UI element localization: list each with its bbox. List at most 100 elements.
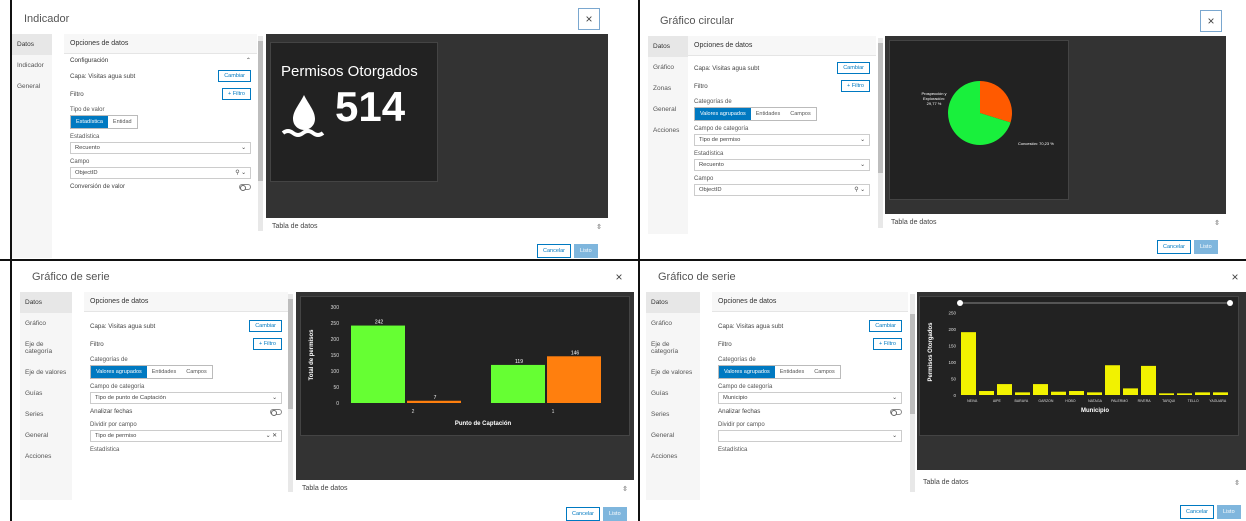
- add-filter-button[interactable]: + Filtro: [873, 338, 902, 350]
- add-filter-button[interactable]: + Filtro: [841, 80, 870, 92]
- x-tick-label: RIVERA: [1138, 399, 1152, 403]
- nav-item-general[interactable]: General: [12, 76, 52, 97]
- field-select[interactable]: ObjectID ⚲ ⌄: [694, 184, 870, 196]
- entities-option[interactable]: Entidades: [751, 108, 785, 120]
- indicator-title: Permisos Otorgados: [281, 63, 418, 80]
- nav-item-datos[interactable]: Datos: [20, 292, 72, 313]
- nav-item-series[interactable]: Series: [646, 404, 700, 425]
- layer-row: Capa: Visitas agua subt Cambiar: [688, 56, 876, 77]
- grouped-values-option[interactable]: Valores agrupados: [91, 366, 147, 378]
- analyze-dates-label: Analizar fechas: [90, 408, 133, 415]
- statistic-option[interactable]: Estadística: [71, 116, 108, 128]
- nav-item-eje-valores[interactable]: Eje de valores: [20, 362, 72, 383]
- layer-label: Capa: Visitas agua subt: [90, 322, 156, 330]
- conversion-toggle[interactable]: [239, 183, 251, 191]
- y-tick-label: 200: [948, 327, 956, 332]
- fields-option[interactable]: Campos: [809, 366, 839, 378]
- done-button[interactable]: Listo: [603, 507, 627, 521]
- statistic-select[interactable]: Recuento ⌄: [70, 142, 251, 154]
- form-scrollbar[interactable]: [878, 38, 883, 228]
- nav-item-acciones[interactable]: Acciones: [646, 446, 700, 467]
- dialog-footer: Cancelar Listo: [1157, 240, 1218, 254]
- entities-option[interactable]: Entidades: [775, 366, 809, 378]
- add-filter-button[interactable]: + Filtro: [253, 338, 282, 350]
- done-button[interactable]: Listo: [1194, 240, 1218, 254]
- nav-item-grafico[interactable]: Gráfico: [646, 313, 700, 334]
- done-button[interactable]: Listo: [1217, 505, 1241, 519]
- close-button[interactable]: ×: [1200, 10, 1222, 32]
- form-scrollbar[interactable]: [258, 36, 263, 231]
- change-layer-button[interactable]: Cambiar: [249, 320, 282, 332]
- close-button[interactable]: ×: [578, 8, 600, 30]
- statistic-select[interactable]: Recuento ⌄: [694, 159, 870, 171]
- data-table-bar[interactable]: Tabla de datos ⇳: [885, 214, 1226, 232]
- nav-item-guias[interactable]: Guías: [20, 383, 72, 404]
- screenshot-grid: Indicador × Datos Indicador General Opci…: [0, 0, 1246, 521]
- y-tick-label: 0: [336, 401, 339, 407]
- cancel-button[interactable]: Cancelar: [1157, 240, 1192, 254]
- data-table-bar[interactable]: Tabla de datos ⇳: [917, 474, 1246, 492]
- category-field-label: Campo de categoría: [694, 126, 749, 132]
- grouped-values-option[interactable]: Valores agrupados: [695, 108, 751, 120]
- bar: [491, 364, 545, 403]
- split-field-select[interactable]: Tipo de permiso ⌄ ✕: [90, 430, 282, 442]
- nav-item-acciones[interactable]: Acciones: [648, 120, 688, 141]
- fields-option[interactable]: Campos: [181, 366, 211, 378]
- data-table-bar[interactable]: Tabla de datos ⇳: [266, 218, 608, 236]
- bar: [1105, 365, 1120, 395]
- nav-item-datos[interactable]: Datos: [12, 34, 52, 55]
- form-scrollbar[interactable]: [910, 294, 915, 492]
- cancel-button[interactable]: Cancelar: [537, 244, 572, 258]
- sidebar-nav: Datos Indicador General: [12, 34, 52, 258]
- entity-option[interactable]: Entidad: [108, 116, 137, 128]
- nav-item-eje-categoria[interactable]: Eje de categoría: [20, 334, 72, 362]
- config-section[interactable]: Configuración ⌃: [64, 54, 257, 67]
- x-tick-label: 2: [412, 409, 415, 415]
- layer-label: Capa: Visitas agua subt: [718, 322, 784, 330]
- dialog-footer: Cancelar Listo: [566, 507, 627, 521]
- data-table-bar[interactable]: Tabla de datos ⇳: [296, 480, 634, 498]
- range-slider-handle: [957, 300, 963, 306]
- field-select[interactable]: ObjectID ⚲ ⌄: [70, 167, 251, 179]
- close-button[interactable]: ×: [1224, 266, 1246, 288]
- entities-option[interactable]: Entidades: [147, 366, 181, 378]
- nav-item-datos[interactable]: Datos: [648, 36, 688, 57]
- nav-item-series[interactable]: Series: [20, 404, 72, 425]
- analyze-dates-toggle[interactable]: [890, 408, 902, 416]
- nav-item-eje-categoria[interactable]: Eje de categoría: [646, 334, 700, 362]
- nav-item-grafico[interactable]: Gráfico: [648, 57, 688, 78]
- change-layer-button[interactable]: Cambiar: [837, 62, 870, 74]
- nav-item-general[interactable]: General: [646, 425, 700, 446]
- change-layer-button[interactable]: Cambiar: [869, 320, 902, 332]
- nav-item-grafico[interactable]: Gráfico: [20, 313, 72, 334]
- grouped-values-option[interactable]: Valores agrupados: [719, 366, 775, 378]
- data-table-label: Tabla de datos: [272, 223, 318, 230]
- y-tick-label: 250: [948, 310, 956, 315]
- category-field-select[interactable]: Tipo de permiso ⌄: [694, 134, 870, 146]
- cancel-button[interactable]: Cancelar: [1180, 505, 1215, 519]
- category-field-select[interactable]: Municipio ⌄: [718, 392, 902, 404]
- nav-item-guias[interactable]: Guías: [646, 383, 700, 404]
- cancel-button[interactable]: Cancelar: [566, 507, 601, 521]
- analyze-dates-toggle[interactable]: [270, 408, 282, 416]
- nav-item-zonas[interactable]: Zonas: [648, 78, 688, 99]
- form-scrollbar[interactable]: [288, 294, 293, 492]
- split-field-select[interactable]: ⌄: [718, 430, 902, 442]
- categories-label: Categorías de: [90, 357, 128, 363]
- change-layer-button[interactable]: Cambiar: [218, 70, 251, 82]
- close-button[interactable]: ×: [608, 266, 630, 288]
- sidebar-nav: Datos Gráfico Eje de categoría Eje de va…: [646, 292, 700, 500]
- nav-item-acciones[interactable]: Acciones: [20, 446, 72, 467]
- filter-label: Filtro: [718, 340, 732, 348]
- add-filter-button[interactable]: + Filtro: [222, 88, 251, 100]
- nav-item-datos[interactable]: Datos: [646, 292, 700, 313]
- bar: [997, 384, 1012, 395]
- series-chart-dialog-municipio: Gráfico de serie × Datos Gráfico Eje de …: [646, 264, 1246, 500]
- category-field-select[interactable]: Tipo de punto de Captación ⌄: [90, 392, 282, 404]
- nav-item-eje-valores[interactable]: Eje de valores: [646, 362, 700, 383]
- nav-item-general[interactable]: General: [20, 425, 72, 446]
- fields-option[interactable]: Campos: [785, 108, 815, 120]
- nav-item-general[interactable]: General: [648, 99, 688, 120]
- nav-item-indicador[interactable]: Indicador: [12, 55, 52, 76]
- done-button[interactable]: Listo: [574, 244, 598, 258]
